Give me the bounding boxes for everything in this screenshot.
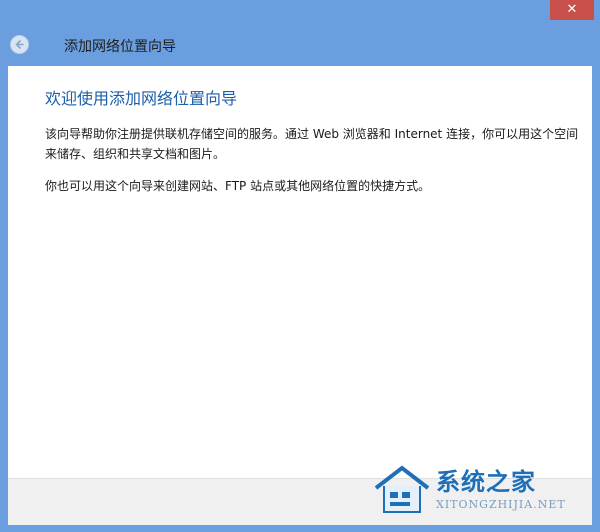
back-arrow-icon <box>15 39 24 50</box>
title-bar: ✕ <box>0 0 600 22</box>
shortcut-paragraph: 你也可以用这个向导来创建网站、FTP 站点或其他网络位置的快捷方式。 <box>45 179 431 193</box>
watermark-brand: 系统之家 <box>436 468 536 496</box>
wizard-window: ✕ 添加网络位置向导 欢迎使用添加网络位置向导 该向导帮助你注册提供联机存储空间… <box>0 0 600 532</box>
watermark-url: XITONGZHIJIA.NET <box>436 498 566 511</box>
description-paragraph: 该向导帮助你注册提供联机存储空间的服务。通过 Web 浏览器和 Internet… <box>45 127 579 161</box>
watermark: 系统之家 XITONGZHIJIA.NET <box>372 454 582 524</box>
close-icon: ✕ <box>566 2 578 17</box>
wizard-header: 添加网络位置向导 <box>0 22 600 66</box>
back-button[interactable] <box>10 35 29 54</box>
welcome-heading: 欢迎使用添加网络位置向导 <box>45 89 238 108</box>
content-panel: 欢迎使用添加网络位置向导 该向导帮助你注册提供联机存储空间的服务。通过 Web … <box>8 66 592 478</box>
house-logo-icon <box>374 465 430 513</box>
close-button[interactable]: ✕ <box>550 0 594 20</box>
wizard-title: 添加网络位置向导 <box>64 39 176 55</box>
